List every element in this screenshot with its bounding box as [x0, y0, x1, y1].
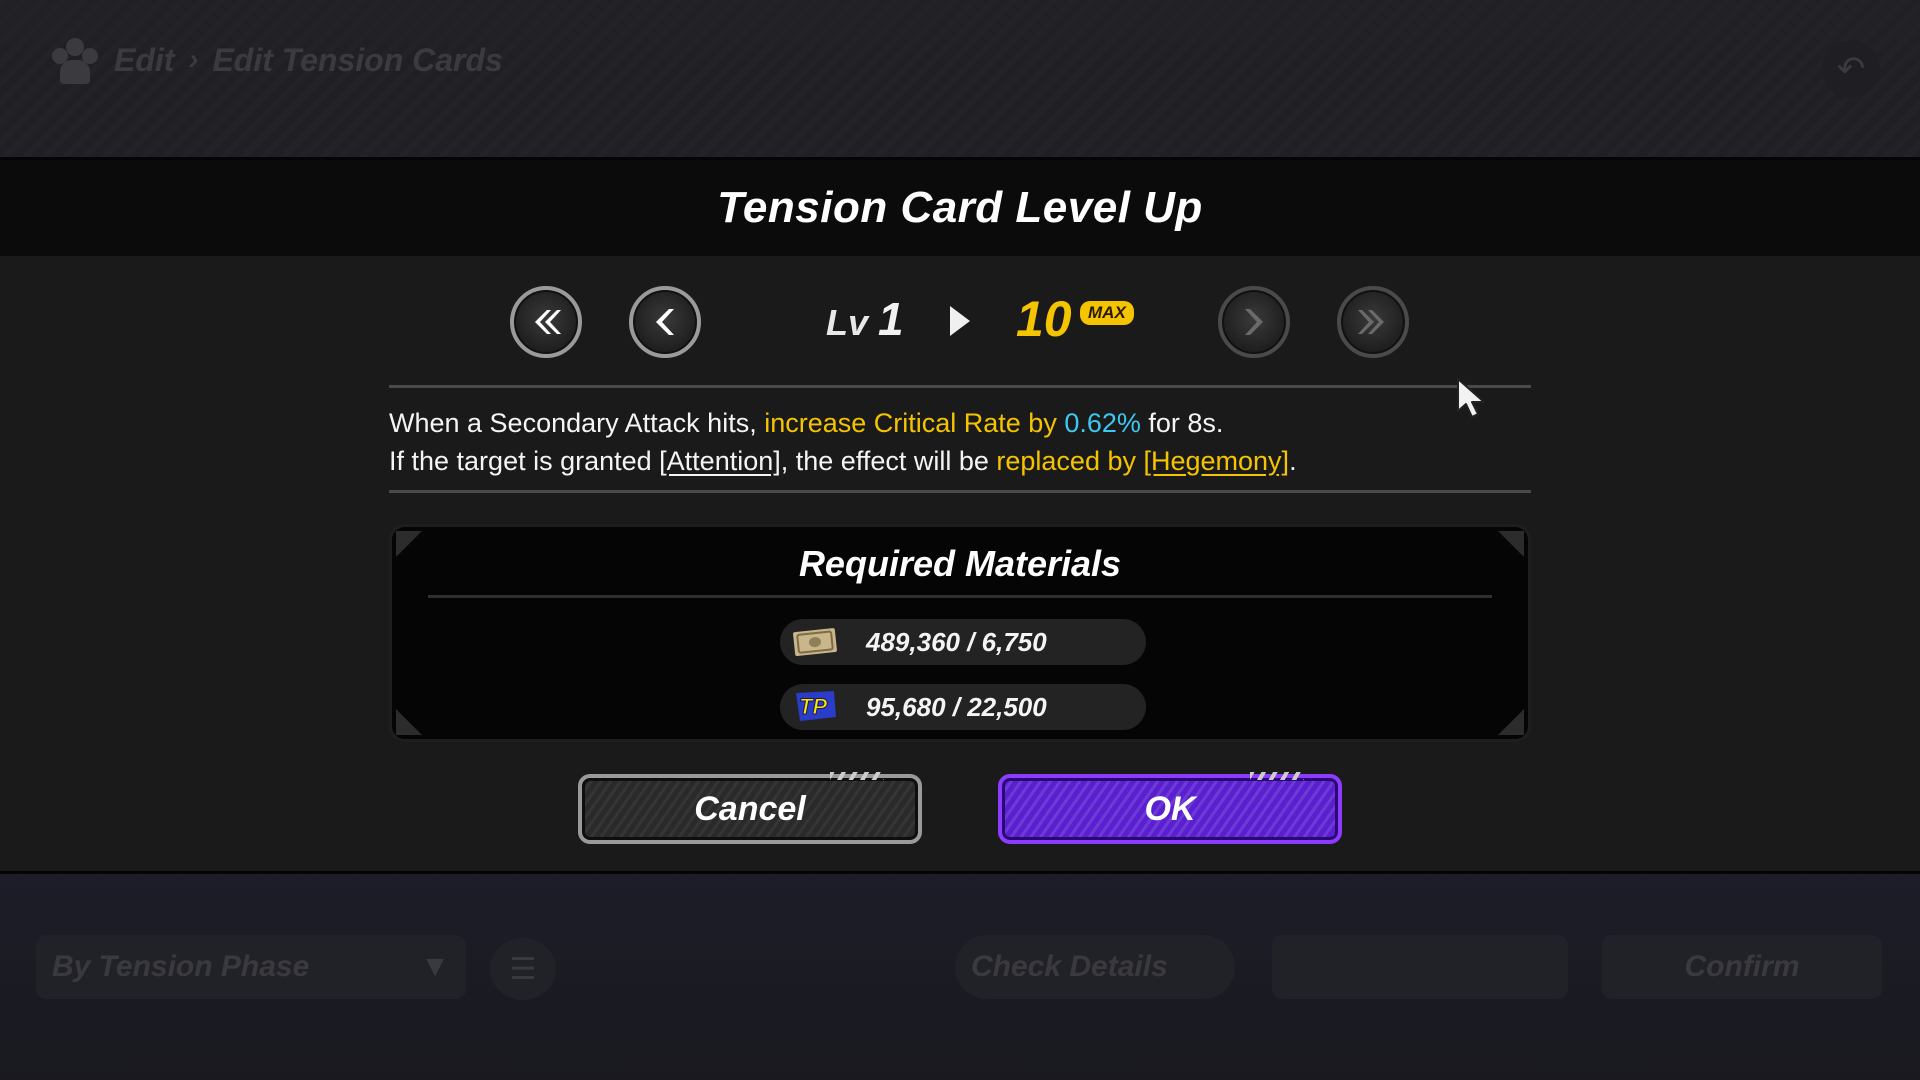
material-count: 489,360 / 6,750: [866, 626, 1047, 657]
ok-button[interactable]: OK: [998, 772, 1342, 844]
button-decoration: [1250, 772, 1304, 780]
chevron-left-icon: [656, 309, 674, 335]
effect-line-1: When a Secondary Attack hits, increase C…: [389, 404, 1531, 442]
effect-text: .: [1289, 446, 1297, 476]
hegemony-keyword-link[interactable]: [Hegemony]: [1143, 446, 1289, 476]
level-max-button[interactable]: [1337, 286, 1409, 358]
money-bill-icon: [790, 622, 842, 662]
dialog-title-bar: Tension Card Level Up: [0, 160, 1920, 256]
attention-keyword-link[interactable]: [Attention]: [659, 446, 781, 476]
double-chevron-right-icon: [1358, 310, 1384, 334]
tp-icon: TP: [790, 687, 842, 727]
divider: [389, 490, 1531, 493]
arrow-right-icon: [950, 306, 970, 336]
level-down-button[interactable]: [629, 286, 701, 358]
svg-text:TP: TP: [799, 694, 827, 719]
button-decoration: [830, 772, 884, 780]
level-prefix: Lv: [826, 302, 869, 343]
level-current: Lv 1: [826, 292, 904, 352]
effect-highlight: replaced by: [996, 446, 1144, 476]
ok-button-label: OK: [1144, 789, 1196, 828]
cancel-button-label: Cancel: [694, 789, 806, 828]
level-min-button[interactable]: [510, 286, 582, 358]
effect-value: 0.62%: [1064, 408, 1141, 438]
effect-description: When a Secondary Attack hits, increase C…: [389, 404, 1531, 480]
material-count: 95,680 / 22,500: [866, 691, 1047, 722]
cancel-button[interactable]: Cancel: [578, 772, 922, 844]
level-up-dialog: Tension Card Level Up Lv 1 10 MAX When a…: [0, 157, 1920, 874]
effect-text: If the target is granted: [389, 446, 660, 476]
mouse-cursor-icon: [1457, 378, 1485, 418]
materials-title: Required Materials: [798, 543, 1122, 584]
divider: [389, 385, 1531, 388]
max-badge: MAX: [1080, 301, 1134, 325]
effect-text: , the effect will be: [780, 446, 997, 476]
effect-text: for 8s.: [1140, 408, 1224, 438]
effect-line-2: If the target is granted [Attention], th…: [389, 442, 1531, 480]
chevron-right-icon: [1245, 309, 1263, 335]
dialog-title: Tension Card Level Up: [717, 183, 1203, 232]
effect-highlight: increase Critical Rate by: [764, 408, 1065, 438]
level-up-button[interactable]: [1218, 286, 1290, 358]
divider: [428, 595, 1492, 598]
material-row-money: 489,360 / 6,750: [780, 619, 1146, 665]
level-from-value: 1: [878, 293, 904, 345]
double-chevron-left-icon: [535, 310, 561, 334]
effect-text: When a Secondary Attack hits,: [389, 408, 765, 438]
panel-corner: [1498, 709, 1524, 735]
panel-corner: [396, 709, 422, 735]
level-to-value: 10: [1016, 291, 1072, 347]
material-row-tp: TP 95,680 / 22,500: [780, 684, 1146, 730]
required-materials-panel: Required Materials 489,360 / 6,750 TP 95…: [389, 524, 1531, 742]
